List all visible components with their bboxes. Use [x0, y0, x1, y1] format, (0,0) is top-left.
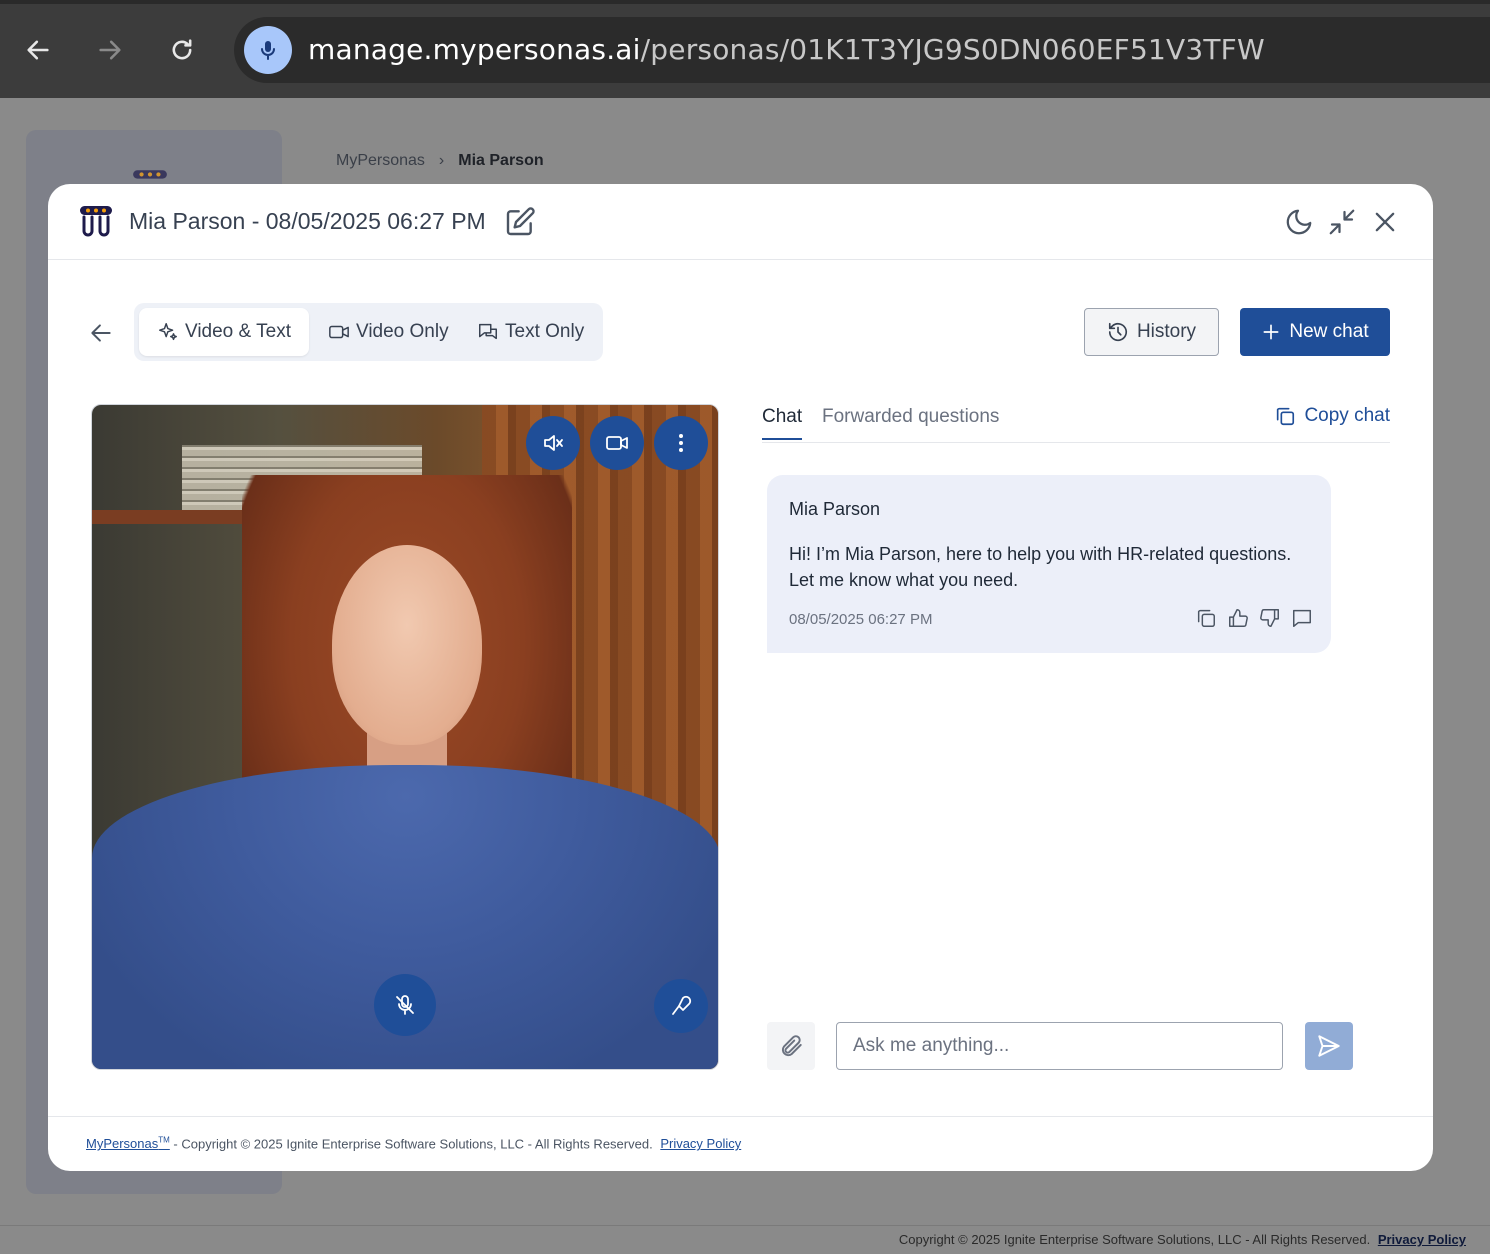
chat-message: Mia Parson Hi! I’m Mia Parson, here to h… — [767, 475, 1331, 653]
app-logo-icon — [80, 206, 112, 237]
copy-icon — [1277, 407, 1295, 426]
more-options-button[interactable] — [654, 416, 708, 470]
thumbs-up-icon[interactable] — [1227, 607, 1249, 629]
trademark: TM — [158, 1136, 170, 1145]
history-icon — [1108, 322, 1128, 342]
video-camera-icon — [329, 325, 349, 339]
send-button[interactable] — [1305, 1022, 1353, 1070]
new-chat-button[interactable]: New chat — [1240, 308, 1390, 356]
send-icon — [1318, 1035, 1340, 1057]
video-camera-icon — [606, 436, 628, 450]
moon-icon — [1286, 209, 1312, 235]
message-text: Hi! I’m Mia Parson, here to help you wit… — [789, 544, 1292, 590]
history-label: History — [1136, 321, 1197, 342]
mode-label: Video & Text — [185, 321, 291, 342]
more-vertical-icon — [679, 434, 683, 452]
paperclip-icon — [781, 1035, 802, 1057]
url-host: manage.mypersonas.ai — [308, 33, 641, 66]
attach-button[interactable] — [767, 1022, 815, 1070]
breadcrumb: MyPersonas › Mia Parson — [336, 152, 544, 170]
message-actions — [1195, 607, 1313, 629]
chat-tabs: Chat Forwarded questions Copy chat — [762, 402, 1390, 443]
close-button[interactable] — [1369, 206, 1401, 238]
chat-modal: Mia Parson - 08/05/2025 06:27 PM Video &… — [48, 184, 1433, 1171]
modal-footer: MyPersonasTM - Copyright © 2025 Ignite E… — [86, 1136, 741, 1151]
chat-input[interactable] — [836, 1022, 1283, 1070]
url-path: /personas/01K1T3YJG9S0DN060EF51V3TFW — [640, 33, 1265, 66]
plus-icon — [1263, 324, 1279, 340]
microphone-pen-icon — [672, 995, 692, 1015]
privacy-policy-link[interactable]: Privacy Policy — [1378, 1232, 1466, 1247]
camera-button[interactable] — [590, 416, 644, 470]
dark-mode-button[interactable] — [1283, 206, 1315, 238]
message-timestamp: 08/05/2025 06:27 PM — [789, 611, 933, 628]
arrow-left-icon — [27, 40, 49, 60]
new-chat-label: New chat — [1289, 321, 1369, 342]
breadcrumb-root[interactable]: MyPersonas — [336, 152, 425, 170]
voice-input-button[interactable] — [654, 979, 708, 1033]
tab-chat[interactable]: Chat — [762, 406, 803, 440]
browser-reload-button[interactable] — [160, 28, 204, 72]
mode-selector: Video & Text Video Only Text Only — [134, 303, 603, 361]
microphone-off-icon — [396, 995, 414, 1015]
breadcrumb-current: Mia Parson — [458, 152, 544, 169]
modal-header: Mia Parson - 08/05/2025 06:27 PM — [48, 184, 1433, 260]
message-sender: Mia Parson — [789, 499, 881, 519]
footer-copyright: Copyright © 2025 Ignite Enterprise Softw… — [898, 1232, 1371, 1247]
tab-forwarded-questions[interactable]: Forwarded questions — [822, 406, 999, 438]
divider — [0, 1225, 1490, 1226]
microphone-icon — [261, 41, 275, 60]
mode-video-text[interactable]: Video & Text — [139, 308, 309, 356]
page-footer: Copyright © 2025 Ignite Enterprise Softw… — [899, 1232, 1466, 1247]
tab-strip — [0, 0, 1490, 4]
privacy-policy-link[interactable]: Privacy Policy — [660, 1136, 741, 1151]
arrow-right-icon — [99, 40, 121, 60]
thumbs-down-icon[interactable] — [1259, 607, 1281, 629]
mode-text-only[interactable]: Text Only — [459, 308, 602, 356]
voice-search-button[interactable] — [244, 26, 292, 74]
minimize-button[interactable] — [1326, 206, 1358, 238]
minimize-icon — [1329, 209, 1355, 235]
microphone-toggle-button[interactable] — [374, 974, 436, 1036]
comment-icon[interactable] — [1291, 607, 1313, 629]
divider — [48, 1116, 1433, 1117]
close-icon — [1375, 212, 1395, 232]
address-bar[interactable]: manage.mypersonas.ai/personas/01K1T3YJG9… — [234, 17, 1490, 83]
mode-label: Video Only — [356, 321, 449, 342]
brand-name: MyPersonas — [86, 1136, 159, 1152]
edit-icon[interactable] — [504, 206, 536, 238]
browser-forward-button[interactable] — [88, 28, 132, 72]
speaker-off-icon — [544, 435, 563, 451]
copy-chat-label: Copy chat — [1304, 405, 1390, 426]
mode-video-only[interactable]: Video Only — [310, 308, 467, 356]
avatar-face — [332, 545, 482, 745]
browser-back-button[interactable] — [16, 28, 60, 72]
mypersonas-link[interactable]: MyPersonasTM — [86, 1136, 170, 1151]
chat-bubbles-icon — [479, 323, 497, 340]
reload-icon — [172, 39, 192, 60]
copy-message-icon[interactable] — [1195, 607, 1217, 629]
footer-copyright: - Copyright © 2025 Ignite Enterprise Sof… — [169, 1136, 653, 1152]
back-arrow-icon[interactable] — [88, 320, 114, 346]
browser-toolbar: manage.mypersonas.ai/personas/01K1T3YJG9… — [0, 0, 1490, 98]
mode-label: Text Only — [505, 321, 585, 342]
copy-chat-button[interactable]: Copy chat — [1274, 405, 1390, 427]
sparkles-icon — [159, 323, 177, 341]
url-text: manage.mypersonas.ai/personas/01K1T3YJG9… — [308, 33, 1265, 66]
chevron-right-icon: › — [438, 152, 445, 169]
mute-speaker-button[interactable] — [526, 416, 580, 470]
modal-title: Mia Parson - 08/05/2025 06:27 PM — [129, 208, 486, 234]
history-button[interactable]: History — [1084, 308, 1219, 356]
avatar-video — [91, 404, 719, 1070]
